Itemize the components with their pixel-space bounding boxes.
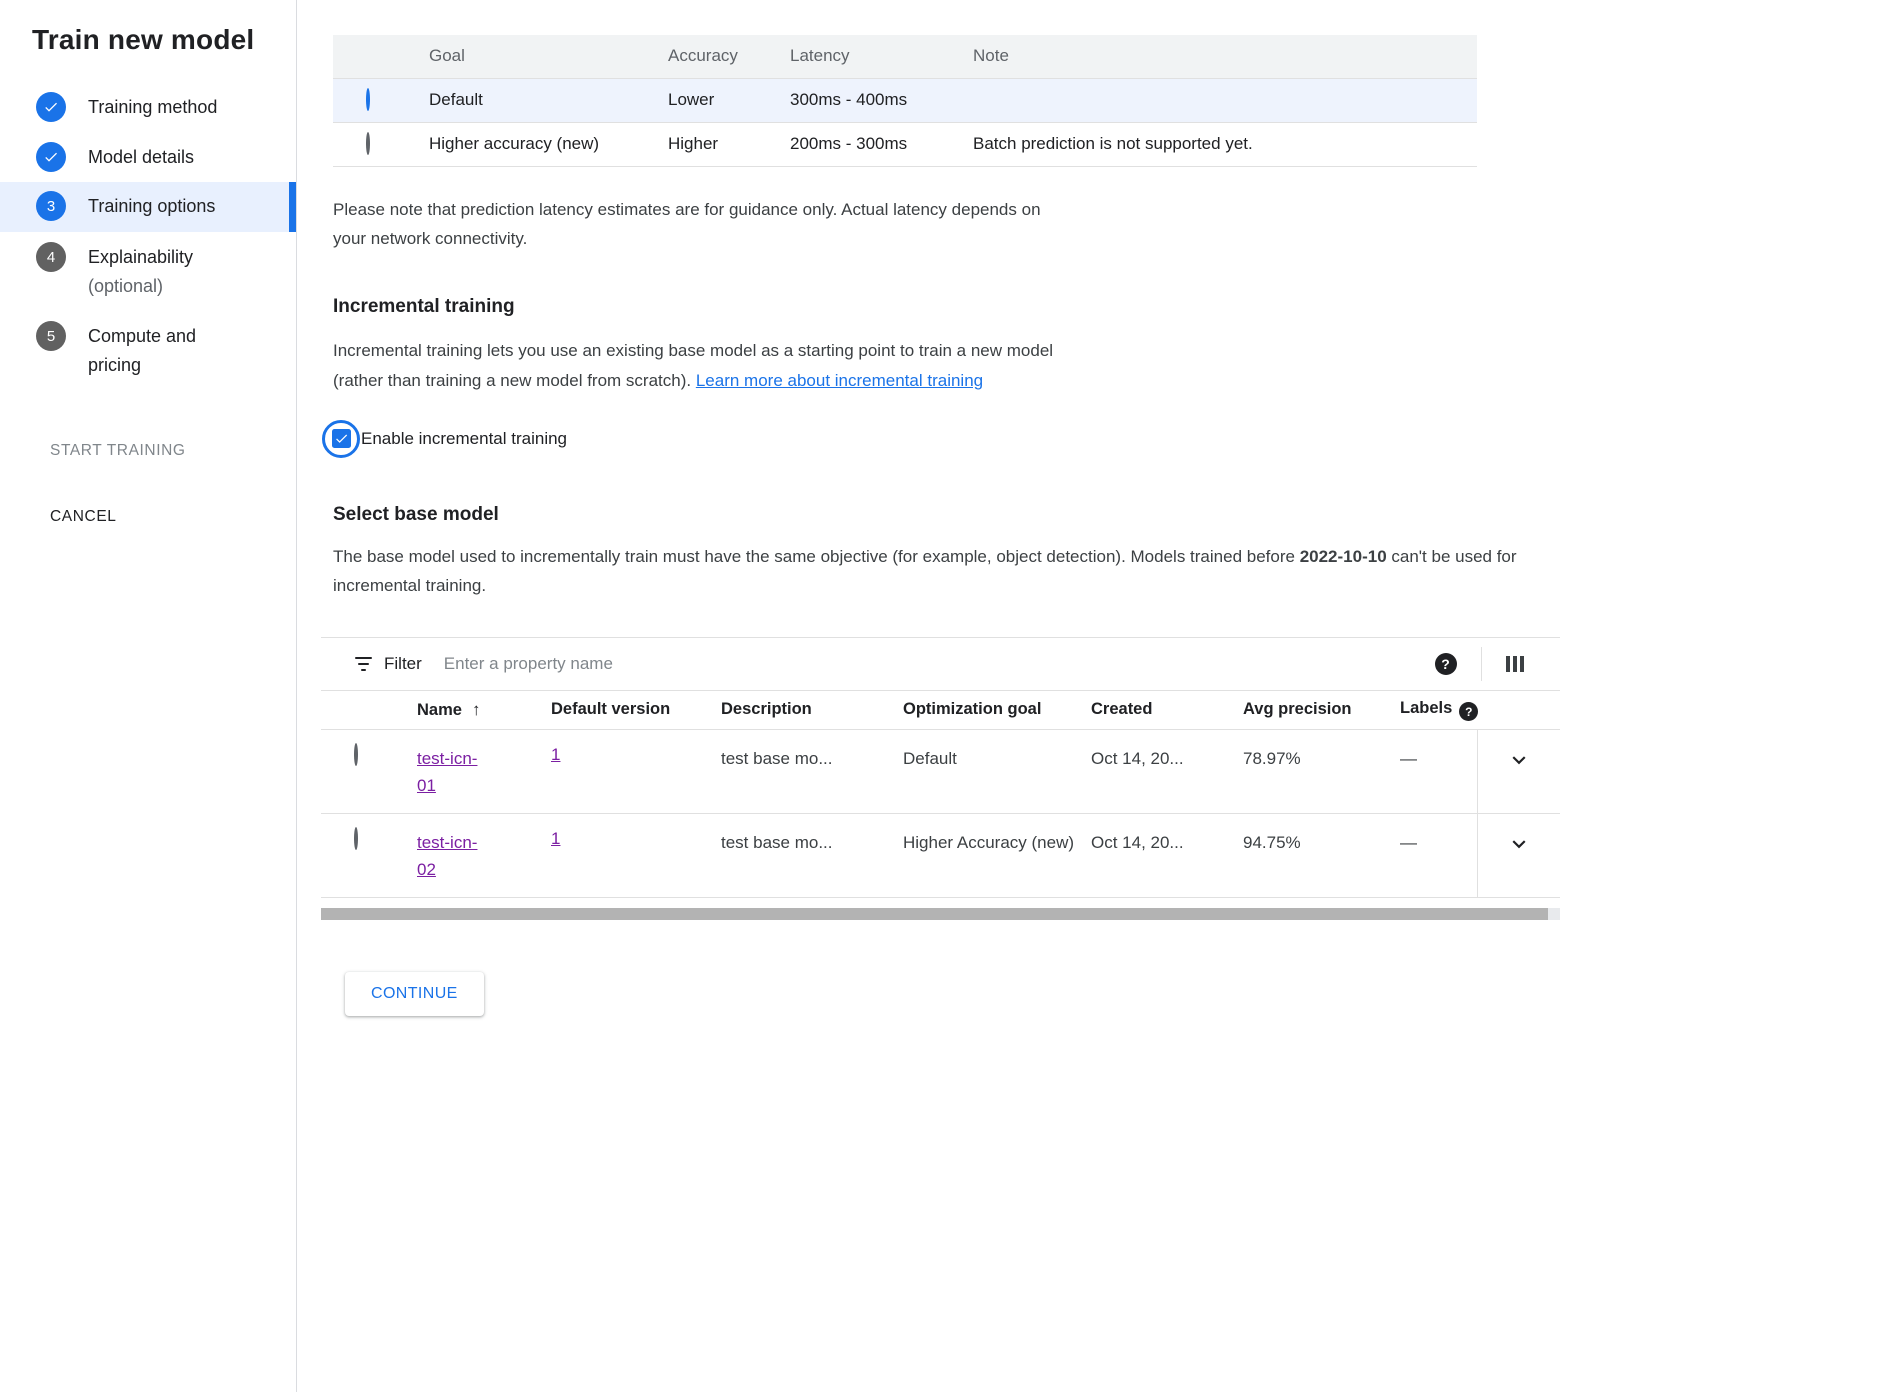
note-column-header: Note — [973, 35, 1477, 78]
sidebar-item-explainability[interactable]: 4 Explainability (optional) — [0, 232, 296, 311]
model-name-link[interactable]: test-icn-01 — [417, 745, 491, 799]
goal-cell: Default — [429, 78, 668, 122]
base-model-card: Filter ? Name↑ Default version Descripti… — [321, 637, 1560, 920]
accuracy-column-header: Accuracy — [668, 35, 790, 78]
filter-help-icon[interactable]: ? — [1435, 653, 1457, 675]
sidebar-item-training-options[interactable]: 3 Training options — [0, 182, 296, 232]
step-label: Training method — [88, 92, 217, 122]
column-display-icon[interactable] — [1506, 656, 1525, 672]
base-model-table: Name↑ Default version Description Optimi… — [321, 691, 1560, 898]
sort-ascending-icon: ↑ — [472, 700, 481, 719]
labels-help-icon[interactable]: ? — [1459, 702, 1478, 721]
sidebar-item-model-details[interactable]: Model details — [0, 132, 296, 182]
model-labels-cell: — — [1400, 729, 1477, 813]
latency-cell: 300ms - 400ms — [790, 78, 973, 122]
model-table-header-row: Name↑ Default version Description Optimi… — [321, 691, 1560, 729]
model-goal-cell: Higher Accuracy (new) — [903, 813, 1091, 897]
table-row: test-icn-01 1 test base mo... Default Oc… — [321, 729, 1560, 813]
filter-bar: Filter ? — [321, 637, 1560, 691]
page-title: Train new model — [0, 22, 296, 82]
continue-button[interactable]: CONTINUE — [345, 972, 484, 1016]
training-options-panel: Goal Accuracy Latency Note Default Lower… — [297, 0, 1896, 1392]
incremental-training-description: Incremental training lets you use an exi… — [333, 336, 1069, 396]
default-version-column-header: Default version — [551, 691, 721, 729]
filter-label: Filter — [384, 654, 422, 674]
expand-row-chevron-icon[interactable] — [1506, 747, 1532, 778]
goal-cell: Higher accuracy (new) — [429, 122, 668, 166]
step-label: Compute and pricing — [88, 322, 248, 380]
model-goal-cell: Default — [903, 729, 1091, 813]
step-label: Explainability (optional) — [88, 243, 193, 301]
expand-row-chevron-icon[interactable] — [1506, 831, 1532, 862]
step-sublabel: (optional) — [88, 276, 163, 296]
incremental-training-heading: Incremental training — [333, 296, 1896, 318]
table-row: test-icn-02 1 test base mo... Higher Acc… — [321, 813, 1560, 897]
model-version-link[interactable]: 1 — [551, 745, 560, 764]
goal-radio-column-header — [333, 35, 429, 78]
goal-higher-accuracy-radio[interactable] — [366, 132, 370, 155]
accuracy-cell: Lower — [668, 78, 790, 122]
note-cell — [973, 78, 1477, 122]
step-complete-icon — [36, 92, 66, 122]
step-complete-icon — [36, 142, 66, 172]
learn-more-link[interactable]: Learn more about incremental training — [696, 371, 983, 390]
model-created-cell: Oct 14, 20... — [1091, 729, 1243, 813]
base-model-radio-test-icn-02[interactable] — [354, 827, 358, 850]
optimization-goal-column-header: Optimization goal — [903, 691, 1091, 729]
model-radio-column-header — [321, 691, 417, 729]
cancel-button[interactable]: CANCEL — [0, 508, 296, 526]
horizontal-scrollbar-thumb[interactable] — [321, 908, 1548, 920]
goal-row-default: Default Lower 300ms - 400ms — [333, 78, 1477, 122]
latency-disclaimer: Please note that prediction latency esti… — [333, 195, 1045, 255]
start-training-button[interactable]: START TRAINING — [0, 442, 296, 460]
sidebar-item-compute-and-pricing[interactable]: 5 Compute and pricing — [0, 311, 296, 390]
steps-sidebar: Train new model Training method Model de… — [0, 0, 297, 1392]
toolbar-divider — [1481, 647, 1482, 681]
select-base-model-heading: Select base model — [333, 504, 1896, 526]
step-label: Model details — [88, 142, 194, 172]
created-column-header: Created — [1091, 691, 1243, 729]
goal-table: Goal Accuracy Latency Note Default Lower… — [333, 35, 1477, 167]
filter-icon — [355, 657, 372, 672]
latency-column-header: Latency — [790, 35, 973, 78]
accuracy-cell: Higher — [668, 122, 790, 166]
model-precision-cell: 78.97% — [1243, 729, 1400, 813]
incremental-training-checkbox[interactable] — [322, 420, 360, 458]
labels-column-header: Labels? — [1400, 691, 1477, 729]
goal-table-header-row: Goal Accuracy Latency Note — [333, 35, 1477, 78]
checkbox-label: Enable incremental training — [361, 429, 567, 449]
step-number-icon: 4 — [36, 242, 66, 272]
note-cell: Batch prediction is not supported yet. — [973, 122, 1477, 166]
description-column-header: Description — [721, 691, 903, 729]
model-version-link[interactable]: 1 — [551, 829, 560, 848]
checkbox-checked-icon — [332, 429, 351, 448]
expand-column-header — [1477, 691, 1560, 729]
name-column-header[interactable]: Name↑ — [417, 691, 551, 729]
goal-column-header: Goal — [429, 35, 668, 78]
goal-default-radio[interactable] — [366, 88, 370, 111]
model-description-cell: test base mo... — [721, 813, 903, 897]
step-number-icon: 5 — [36, 321, 66, 351]
avg-precision-column-header: Avg precision — [1243, 691, 1400, 729]
enable-incremental-training-row: Enable incremental training — [322, 420, 1896, 458]
sidebar-item-training-method[interactable]: Training method — [0, 82, 296, 132]
model-name-link[interactable]: test-icn-02 — [417, 829, 491, 883]
filter-input[interactable] — [444, 654, 1435, 674]
goal-row-higher-accuracy: Higher accuracy (new) Higher 200ms - 300… — [333, 122, 1477, 166]
horizontal-scrollbar — [321, 908, 1560, 920]
step-number-icon: 3 — [36, 191, 66, 221]
cutoff-date: 2022-10-10 — [1300, 547, 1387, 566]
model-created-cell: Oct 14, 20... — [1091, 813, 1243, 897]
model-precision-cell: 94.75% — [1243, 813, 1400, 897]
model-description-cell: test base mo... — [721, 729, 903, 813]
latency-cell: 200ms - 300ms — [790, 122, 973, 166]
step-label: Training options — [88, 191, 215, 221]
model-labels-cell: — — [1400, 813, 1477, 897]
train-new-model-page: Train new model Training method Model de… — [0, 0, 1896, 1392]
base-model-radio-test-icn-01[interactable] — [354, 743, 358, 766]
base-model-description: The base model used to incrementally tra… — [333, 542, 1541, 602]
